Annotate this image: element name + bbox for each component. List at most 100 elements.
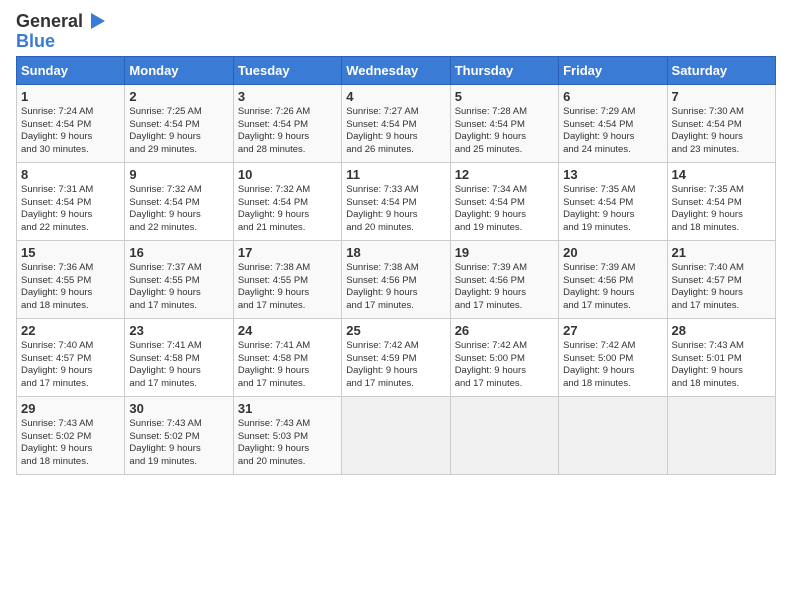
day-info: Sunrise: 7:25 AM Sunset: 4:54 PM Dayligh… xyxy=(129,106,228,157)
calendar-cell: 30Sunrise: 7:43 AM Sunset: 5:02 PM Dayli… xyxy=(125,396,233,474)
calendar-header-monday: Monday xyxy=(125,56,233,84)
logo-general: General xyxy=(16,12,83,32)
day-info: Sunrise: 7:42 AM Sunset: 4:59 PM Dayligh… xyxy=(346,340,445,391)
calendar-cell: 25 Sunrise: 7:42 AM Sunset: 4:59 PM Dayli… xyxy=(342,318,450,396)
calendar-cell: 16 Sunrise: 7:37 AM Sunset: 4:55 PM Dayli… xyxy=(125,240,233,318)
day-info: Sunrise: 7:39 AM Sunset: 4:56 PM Dayligh… xyxy=(563,262,662,313)
day-info: Sunrise: 7:40 AM Sunset: 4:57 PM Dayligh… xyxy=(672,262,771,313)
day-info: Sunrise: 7:41 AM Sunset: 4:58 PM Dayligh… xyxy=(238,340,337,391)
day-number: 1 xyxy=(21,89,120,104)
calendar-cell: 3 Sunrise: 7:26 AM Sunset: 4:54 PM Daylig… xyxy=(233,84,341,162)
calendar-cell: 19 Sunrise: 7:39 AM Sunset: 4:56 PM Dayli… xyxy=(450,240,558,318)
day-info: Sunrise: 7:38 AM Sunset: 4:56 PM Dayligh… xyxy=(346,262,445,313)
calendar-cell: 10Sunrise: 7:32 AM Sunset: 4:54 PM Dayli… xyxy=(233,162,341,240)
day-number: 16 xyxy=(129,245,228,260)
day-info: Sunrise: 7:28 AM Sunset: 4:54 PM Dayligh… xyxy=(455,106,554,157)
day-number: 12 xyxy=(455,167,554,182)
day-number: 14 xyxy=(672,167,771,182)
day-info: Sunrise: 7:35 AM Sunset: 4:54 PM Dayligh… xyxy=(563,184,662,235)
day-number: 9 xyxy=(129,167,228,182)
day-number: 11 xyxy=(346,167,445,182)
calendar-cell xyxy=(559,396,667,474)
calendar-cell: 4Sunrise: 7:27 AM Sunset: 4:54 PM Daylig… xyxy=(342,84,450,162)
day-info: Sunrise: 7:31 AM Sunset: 4:54 PM Dayligh… xyxy=(21,184,120,235)
day-number: 28 xyxy=(672,323,771,338)
day-number: 4 xyxy=(346,89,445,104)
calendar-cell: 9 Sunrise: 7:32 AM Sunset: 4:54 PM Daylig… xyxy=(125,162,233,240)
calendar-cell: 27Sunrise: 7:42 AM Sunset: 5:00 PM Dayli… xyxy=(559,318,667,396)
day-info: Sunrise: 7:43 AM Sunset: 5:01 PM Dayligh… xyxy=(672,340,771,391)
day-info: Sunrise: 7:24 AM Sunset: 4:54 PM Dayligh… xyxy=(21,106,120,157)
day-number: 15 xyxy=(21,245,120,260)
day-number: 17 xyxy=(238,245,337,260)
day-info: Sunrise: 7:43 AM Sunset: 5:02 PM Dayligh… xyxy=(129,418,228,469)
calendar-cell: 11 Sunrise: 7:33 AM Sunset: 4:54 PM Dayli… xyxy=(342,162,450,240)
calendar-cell: 17Sunrise: 7:38 AM Sunset: 4:55 PM Dayli… xyxy=(233,240,341,318)
calendar-header-wednesday: Wednesday xyxy=(342,56,450,84)
day-info: Sunrise: 7:40 AM Sunset: 4:57 PM Dayligh… xyxy=(21,340,120,391)
calendar-header-tuesday: Tuesday xyxy=(233,56,341,84)
calendar-cell: 31 Sunrise: 7:43 AM Sunset: 5:03 PM Dayli… xyxy=(233,396,341,474)
calendar-cell: 12 Sunrise: 7:34 AM Sunset: 4:54 PM Dayli… xyxy=(450,162,558,240)
calendar-cell: 6 Sunrise: 7:29 AM Sunset: 4:54 PM Daylig… xyxy=(559,84,667,162)
calendar-cell: 28 Sunrise: 7:43 AM Sunset: 5:01 PM Dayli… xyxy=(667,318,775,396)
day-number: 31 xyxy=(238,401,337,416)
calendar-cell: 29 Sunrise: 7:43 AM Sunset: 5:02 PM Dayli… xyxy=(17,396,125,474)
calendar-cell xyxy=(450,396,558,474)
day-info: Sunrise: 7:33 AM Sunset: 4:54 PM Dayligh… xyxy=(346,184,445,235)
day-info: Sunrise: 7:36 AM Sunset: 4:55 PM Dayligh… xyxy=(21,262,120,313)
logo: General Blue xyxy=(16,12,105,50)
day-number: 24 xyxy=(238,323,337,338)
calendar-table: SundayMondayTuesdayWednesdayThursdayFrid… xyxy=(16,56,776,475)
day-number: 23 xyxy=(129,323,228,338)
day-number: 20 xyxy=(563,245,662,260)
day-info: Sunrise: 7:26 AM Sunset: 4:54 PM Dayligh… xyxy=(238,106,337,157)
calendar-cell: 15 Sunrise: 7:36 AM Sunset: 4:55 PM Dayli… xyxy=(17,240,125,318)
day-number: 2 xyxy=(129,89,228,104)
day-number: 22 xyxy=(21,323,120,338)
day-number: 5 xyxy=(455,89,554,104)
day-info: Sunrise: 7:43 AM Sunset: 5:03 PM Dayligh… xyxy=(238,418,337,469)
calendar-cell: 8 Sunrise: 7:31 AM Sunset: 4:54 PM Daylig… xyxy=(17,162,125,240)
calendar-cell xyxy=(342,396,450,474)
calendar-cell: 26Sunrise: 7:42 AM Sunset: 5:00 PM Dayli… xyxy=(450,318,558,396)
calendar-week-row: 8 Sunrise: 7:31 AM Sunset: 4:54 PM Daylig… xyxy=(17,162,776,240)
calendar-header-sunday: Sunday xyxy=(17,56,125,84)
page: General Blue SundayMondayTuesdayWednesda… xyxy=(0,0,792,483)
calendar-cell: 7Sunrise: 7:30 AM Sunset: 4:54 PM Daylig… xyxy=(667,84,775,162)
day-info: Sunrise: 7:39 AM Sunset: 4:56 PM Dayligh… xyxy=(455,262,554,313)
day-number: 8 xyxy=(21,167,120,182)
calendar-cell: 5 Sunrise: 7:28 AM Sunset: 4:54 PM Daylig… xyxy=(450,84,558,162)
day-number: 13 xyxy=(563,167,662,182)
calendar-week-row: 1 Sunrise: 7:24 AM Sunset: 4:54 PM Daylig… xyxy=(17,84,776,162)
calendar-body: 1 Sunrise: 7:24 AM Sunset: 4:54 PM Daylig… xyxy=(17,84,776,474)
logo-arrow-icon xyxy=(83,13,105,31)
calendar-cell: 2 Sunrise: 7:25 AM Sunset: 4:54 PM Daylig… xyxy=(125,84,233,162)
calendar-cell: 24 Sunrise: 7:41 AM Sunset: 4:58 PM Dayli… xyxy=(233,318,341,396)
calendar-cell: 1 Sunrise: 7:24 AM Sunset: 4:54 PM Daylig… xyxy=(17,84,125,162)
day-info: Sunrise: 7:35 AM Sunset: 4:54 PM Dayligh… xyxy=(672,184,771,235)
calendar-week-row: 15 Sunrise: 7:36 AM Sunset: 4:55 PM Dayli… xyxy=(17,240,776,318)
calendar-header-row: SundayMondayTuesdayWednesdayThursdayFrid… xyxy=(17,56,776,84)
day-info: Sunrise: 7:34 AM Sunset: 4:54 PM Dayligh… xyxy=(455,184,554,235)
day-number: 25 xyxy=(346,323,445,338)
calendar-week-row: 29 Sunrise: 7:43 AM Sunset: 5:02 PM Dayli… xyxy=(17,396,776,474)
day-number: 18 xyxy=(346,245,445,260)
day-number: 6 xyxy=(563,89,662,104)
calendar-header-thursday: Thursday xyxy=(450,56,558,84)
calendar-header-saturday: Saturday xyxy=(667,56,775,84)
day-info: Sunrise: 7:43 AM Sunset: 5:02 PM Dayligh… xyxy=(21,418,120,469)
day-info: Sunrise: 7:37 AM Sunset: 4:55 PM Dayligh… xyxy=(129,262,228,313)
day-number: 10 xyxy=(238,167,337,182)
day-info: Sunrise: 7:29 AM Sunset: 4:54 PM Dayligh… xyxy=(563,106,662,157)
logo-blue: Blue xyxy=(16,32,105,50)
calendar-cell: 14 Sunrise: 7:35 AM Sunset: 4:54 PM Dayli… xyxy=(667,162,775,240)
day-info: Sunrise: 7:32 AM Sunset: 4:54 PM Dayligh… xyxy=(129,184,228,235)
calendar-cell: 13 Sunrise: 7:35 AM Sunset: 4:54 PM Dayli… xyxy=(559,162,667,240)
calendar-header-friday: Friday xyxy=(559,56,667,84)
day-number: 19 xyxy=(455,245,554,260)
day-number: 29 xyxy=(21,401,120,416)
day-number: 26 xyxy=(455,323,554,338)
calendar-cell xyxy=(667,396,775,474)
day-number: 3 xyxy=(238,89,337,104)
